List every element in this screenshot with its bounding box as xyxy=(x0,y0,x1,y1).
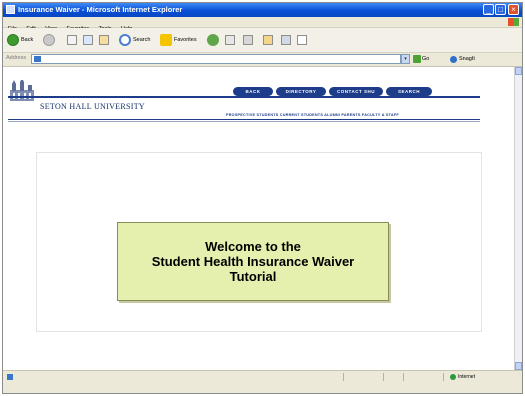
refresh-button[interactable] xyxy=(83,33,93,47)
page-status-icon xyxy=(7,374,13,380)
top-nav: BACK DIRECTORY CONTACT SHU SEARCH xyxy=(233,87,432,96)
home-icon xyxy=(99,35,109,45)
go-button[interactable]: Go xyxy=(413,54,429,64)
snagit-icon xyxy=(450,55,457,63)
vertical-scrollbar[interactable] xyxy=(514,67,522,370)
screen-icon xyxy=(297,35,307,45)
home-button[interactable] xyxy=(99,33,109,47)
discuss-button[interactable] xyxy=(281,33,291,47)
welcome-line-3: Tutorial xyxy=(229,269,277,284)
university-name[interactable]: SETON HALL UNIVERSITY xyxy=(40,102,145,111)
status-divider xyxy=(443,373,444,381)
address-label: Address xyxy=(6,55,27,61)
nav-directory-button[interactable]: DIRECTORY xyxy=(276,87,326,96)
stop-button[interactable] xyxy=(67,33,77,47)
status-divider xyxy=(383,373,384,381)
welcome-line-2: Student Health Insurance Waiver xyxy=(151,254,355,269)
status-divider xyxy=(343,373,344,381)
welcome-line-1: Welcome to the xyxy=(205,239,301,254)
forward-arrow-icon xyxy=(43,34,55,46)
snagit-label: SnagIt xyxy=(459,56,475,62)
status-divider xyxy=(403,373,404,381)
standard-toolbar: Back Search Favorites xyxy=(3,28,522,53)
mail-button[interactable] xyxy=(225,33,235,47)
security-zone: Internet xyxy=(450,373,475,381)
forward-button[interactable] xyxy=(43,33,55,47)
scroll-down-icon[interactable] xyxy=(515,362,522,370)
favorites-label: Favorites xyxy=(174,37,197,43)
edit-button[interactable] xyxy=(263,33,273,47)
back-button[interactable]: Back xyxy=(7,33,33,47)
discuss-icon xyxy=(281,35,291,45)
sub-nav-rule xyxy=(8,119,480,120)
back-arrow-icon xyxy=(7,34,19,46)
menu-bar: File Edit View Favorites Tools Help xyxy=(3,17,522,32)
mail-icon xyxy=(225,35,235,45)
folder-icon xyxy=(263,35,273,45)
stop-icon xyxy=(67,35,77,45)
history-button[interactable] xyxy=(207,33,219,47)
snagit-button[interactable]: SnagIt xyxy=(450,54,475,64)
favorites-button[interactable]: Favorites xyxy=(160,33,197,47)
address-input[interactable] xyxy=(31,54,401,64)
browser-window: Insurance Waiver - Microsoft Internet Ex… xyxy=(2,2,523,394)
address-bar: Address ▾ Go SnagIt xyxy=(3,53,522,67)
favorites-star-icon xyxy=(160,34,172,46)
page-favicon-icon xyxy=(34,56,41,62)
nav-contact-button[interactable]: CONTACT SHU xyxy=(329,87,383,96)
messenger-button[interactable] xyxy=(297,33,307,47)
site-header: SETON HALL UNIVERSITY BACK DIRECTORY CON… xyxy=(3,67,514,127)
internet-globe-icon xyxy=(450,374,456,380)
university-building-icon xyxy=(10,80,34,101)
nav-search-button[interactable]: SEARCH xyxy=(386,87,432,96)
minimize-button[interactable]: _ xyxy=(483,4,494,15)
close-button[interactable]: × xyxy=(508,4,519,15)
status-bar: Internet xyxy=(3,370,522,393)
header-rule xyxy=(8,96,480,98)
welcome-panel: Welcome to the Student Health Insurance … xyxy=(117,222,389,301)
page-content: SETON HALL UNIVERSITY BACK DIRECTORY CON… xyxy=(3,67,514,370)
go-label: Go xyxy=(422,56,430,62)
back-label: Back xyxy=(21,37,34,43)
windows-logo-icon xyxy=(508,18,519,26)
sub-nav-rule-light xyxy=(8,121,480,122)
search-icon xyxy=(119,34,131,46)
search-button[interactable]: Search xyxy=(119,33,150,47)
zone-label: Internet xyxy=(458,374,475,380)
window-title: Insurance Waiver - Microsoft Internet Ex… xyxy=(18,5,183,14)
ie-icon xyxy=(6,5,15,14)
scroll-up-icon[interactable] xyxy=(515,67,522,75)
nav-back-button[interactable]: BACK xyxy=(233,87,273,96)
search-label: Search xyxy=(133,37,151,43)
print-button[interactable] xyxy=(243,33,253,47)
title-bar: Insurance Waiver - Microsoft Internet Ex… xyxy=(3,3,522,17)
go-arrow-icon xyxy=(413,55,421,63)
print-icon xyxy=(243,35,253,45)
history-icon xyxy=(207,34,219,46)
audience-nav[interactable]: PROSPECTIVE STUDENTS CURRENT STUDENTS AL… xyxy=(226,113,399,117)
address-dropdown-icon[interactable]: ▾ xyxy=(401,54,410,64)
maximize-button[interactable]: □ xyxy=(495,4,506,15)
refresh-icon xyxy=(83,35,93,45)
